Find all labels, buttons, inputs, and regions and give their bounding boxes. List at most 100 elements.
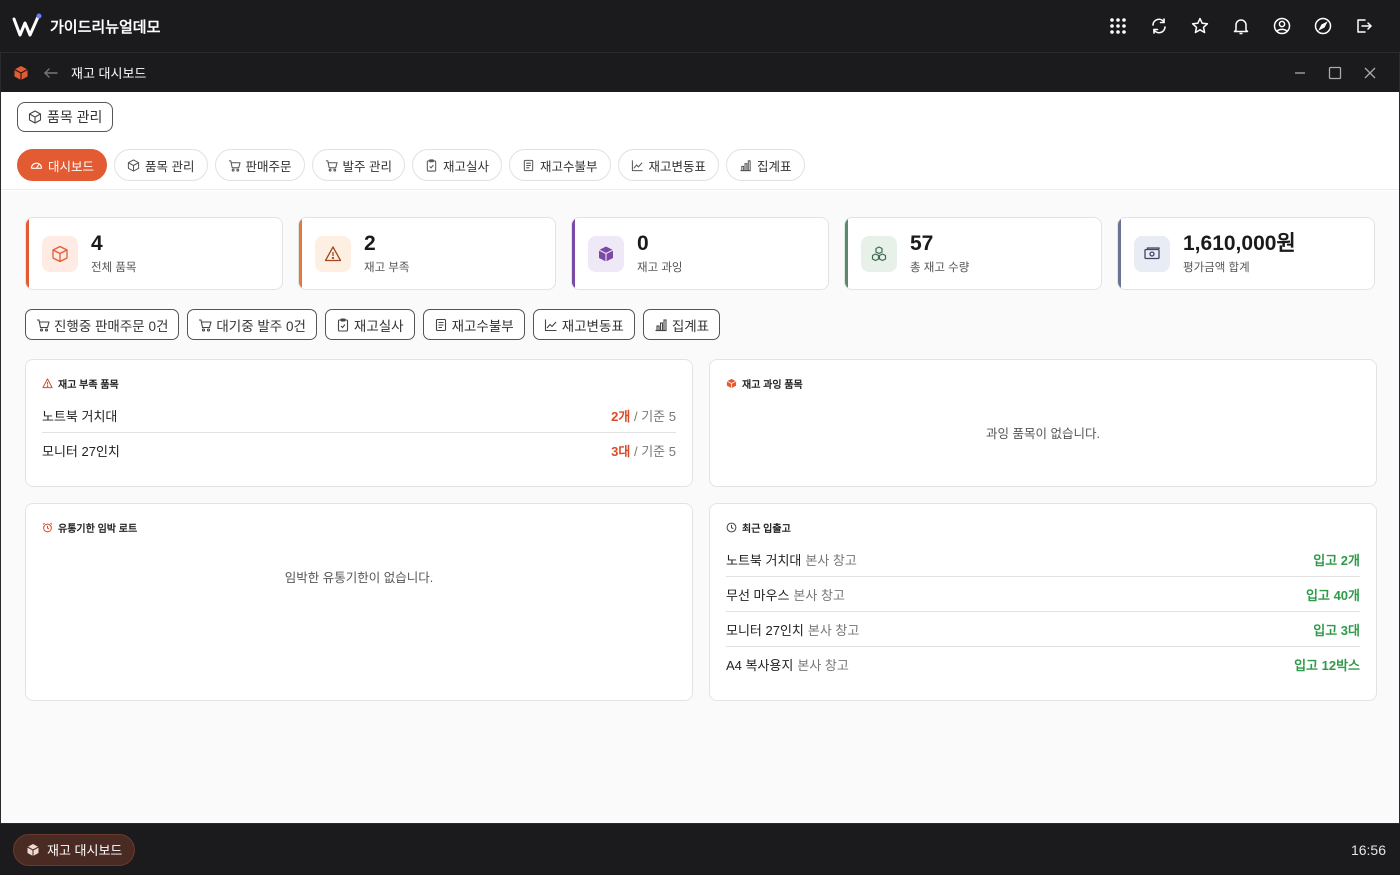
tab-label: 재고수불부 — [540, 159, 598, 174]
inbound-qty: 입고 2개 — [1313, 552, 1360, 568]
panel-title: 재고 과잉 품목 — [726, 376, 1360, 391]
stat-card-valuation[interactable]: 1,610,000원 평가금액 합계 — [1117, 217, 1375, 290]
empty-message: 과잉 품목이 없습니다. — [986, 427, 1100, 441]
ledger-icon — [523, 159, 534, 171]
item-name: 모니터 27인치 — [42, 444, 120, 459]
stat-value: 4 — [91, 232, 103, 255]
warehouse-name: 본사 창고 — [805, 552, 857, 568]
change-report-button[interactable]: 재고변동표 — [532, 309, 635, 340]
warehouse-name: 본사 창고 — [797, 658, 849, 673]
item-name: A4 복사용지 — [726, 658, 794, 673]
list-item[interactable]: 노트북 거치대 본사 창고 입고 2개 — [726, 542, 1360, 577]
tab-label: 집계표 — [757, 159, 792, 174]
clipboard-icon — [426, 158, 437, 172]
stat-card-total-qty[interactable]: 57 총 재고 수량 — [844, 217, 1102, 290]
logout-icon[interactable] — [1343, 8, 1384, 44]
stat-value: 57 — [910, 232, 934, 255]
inbound-qty: 입고 12박스 — [1294, 658, 1360, 673]
tab-label: 재고실사 — [443, 159, 490, 174]
refresh-icon[interactable] — [1138, 8, 1179, 44]
minimize-button[interactable] — [1282, 58, 1317, 88]
pending-purchase-button[interactable]: 대기중 발주 0건 — [187, 309, 317, 340]
alarm-clock-icon — [42, 522, 53, 532]
compass-icon[interactable] — [1302, 8, 1343, 44]
item-stock: 2개 / 기준 5 — [611, 406, 676, 425]
expiry-panel: 유통기한 임박 로트 임박한 유통기한이 없습니다. — [25, 503, 693, 701]
list-item[interactable]: 모니터 27인치 3대 / 기준 5 — [42, 433, 676, 468]
item-stock: 3대 / 기준 5 — [611, 441, 676, 460]
stocktake-button[interactable]: 재고실사 — [324, 309, 415, 340]
warning-icon — [42, 377, 53, 388]
stat-label: 평가금액 합계 — [1183, 262, 1250, 274]
star-icon[interactable] — [1179, 8, 1220, 44]
tab-change-report[interactable]: 재고변동표 — [617, 149, 720, 181]
panel-title-text: 재고 부족 품목 — [58, 379, 119, 391]
panel-title-text: 유통기한 임박 로트 — [58, 523, 138, 535]
app-logo-icon — [12, 13, 42, 37]
stat-value: 0 — [637, 232, 649, 255]
apps-grid-icon[interactable] — [1097, 8, 1138, 44]
stat-label: 전체 품목 — [91, 262, 137, 274]
warehouse-name: 본사 창고 — [807, 622, 860, 638]
stat-card-total-items[interactable]: 4 전체 품목 — [25, 217, 283, 290]
sales-orders-in-progress-button[interactable]: 진행중 판매주문 0건 — [25, 309, 180, 340]
module-chip-label: 품목 관리 — [47, 109, 103, 125]
stat-icon-wrap — [315, 235, 351, 272]
stat-card-excess[interactable]: 0 재고 과잉 — [571, 217, 829, 290]
bell-icon[interactable] — [1220, 8, 1261, 44]
clipboard-icon — [337, 317, 348, 332]
warehouse-name: 본사 창고 — [793, 587, 845, 603]
tab-summary[interactable]: 집계표 — [726, 149, 805, 181]
box-icon — [14, 65, 28, 80]
package-icon — [598, 246, 614, 261]
stat-icon-wrap — [42, 235, 78, 272]
tab-stocktake[interactable]: 재고실사 — [412, 149, 503, 181]
tab-sales-order[interactable]: 판매주문 — [214, 149, 305, 181]
item-name: 노트북 거치대 — [726, 552, 802, 568]
list-item[interactable]: A4 복사용지 본사 창고 입고 12박스 — [726, 647, 1360, 682]
module-chip[interactable]: 품목 관리 — [17, 102, 114, 132]
quick-label: 재고수불부 — [451, 318, 514, 334]
stat-icon-wrap — [588, 235, 624, 272]
list-item[interactable]: 모니터 27인치 본사 창고 입고 3대 — [726, 612, 1360, 647]
stat-accent-bar — [26, 218, 29, 289]
tab-label: 발주 관리 — [342, 159, 392, 174]
back-arrow-icon[interactable] — [43, 65, 59, 81]
tab-purchase-order[interactable]: 발주 관리 — [311, 149, 405, 181]
list-item[interactable]: 무선 마우스 본사 창고 입고 40개 — [726, 577, 1360, 612]
close-button[interactable] — [1352, 58, 1387, 88]
taskbar-item-label: 재고 대시보드 — [47, 843, 123, 858]
top-app-bar: 가이드리뉴얼데모 — [0, 0, 1400, 52]
panel-grid: 재고 부족 품목 노트북 거치대 2개 / 기준 5 모니터 27인치 3대 /… — [25, 359, 1377, 701]
tab-dashboard[interactable]: 대시보드 — [17, 149, 108, 181]
window-title: 재고 대시보드 — [71, 66, 147, 81]
window-body: 품목 관리 대시보드 품목 관리 판매주문 발주 관리 재고실사 재고수불부 재… — [1, 92, 1399, 823]
panel-title-text: 재고 과잉 품목 — [742, 379, 803, 391]
gauge-icon — [30, 162, 43, 169]
cart-icon — [37, 318, 50, 332]
quick-label: 재고실사 — [353, 318, 404, 334]
tab-label: 판매주문 — [245, 159, 292, 174]
item-name: 노트북 거치대 — [42, 408, 118, 424]
box-icon — [52, 245, 68, 262]
warning-icon — [324, 245, 342, 261]
stat-accent-bar — [299, 218, 302, 289]
ledger-button[interactable]: 재고수불부 — [422, 309, 525, 340]
app-title: 가이드리뉴얼데모 — [50, 18, 161, 36]
tab-items[interactable]: 품목 관리 — [114, 149, 208, 181]
inbound-qty: 입고 40개 — [1306, 587, 1360, 603]
page-header: 품목 관리 대시보드 품목 관리 판매주문 발주 관리 재고실사 재고수불부 재… — [1, 92, 1399, 190]
maximize-button[interactable] — [1317, 58, 1352, 88]
stat-accent-bar — [572, 218, 575, 289]
tab-ledger[interactable]: 재고수불부 — [509, 149, 611, 181]
line-chart-icon — [544, 319, 557, 331]
list-item[interactable]: 노트북 거치대 2개 / 기준 5 — [42, 398, 676, 433]
item-base: / 기준 5 — [634, 408, 676, 424]
panel-title-text: 최근 입출고 — [742, 523, 791, 535]
taskbar-item-dashboard[interactable]: 재고 대시보드 — [13, 833, 136, 866]
stat-card-shortage[interactable]: 2 재고 부족 — [298, 217, 556, 290]
summary-button[interactable]: 집계표 — [642, 309, 721, 340]
user-icon[interactable] — [1261, 8, 1302, 44]
stat-label: 재고 부족 — [364, 262, 410, 274]
inbound-qty: 입고 3대 — [1313, 622, 1360, 638]
